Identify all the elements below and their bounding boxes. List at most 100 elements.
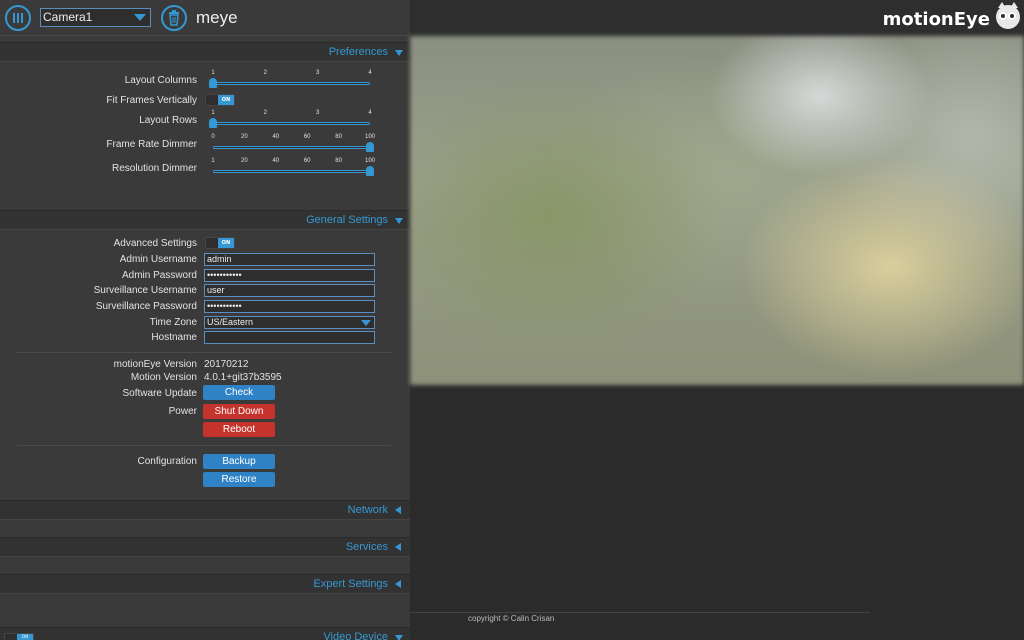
copyright-text: copyright © Calin Crisan [468,614,555,623]
camera-select[interactable]: Camera1 [40,8,151,27]
motion-version-value: 4.0.1+git37b3595 [204,372,282,383]
section-title: Services [345,541,388,553]
admin-username-input[interactable]: admin [204,253,375,266]
slider-tick-label: 1 [211,70,215,76]
footer-divider [410,612,870,613]
slider-handle[interactable] [366,166,374,176]
slider-track[interactable] [213,82,370,85]
motion-version-label: Motion Version [130,372,197,383]
frame-rate-dimmer-slider[interactable]: 0 20 40 60 80 100 [211,134,375,152]
slider-tick-label: 0 [211,134,215,140]
backup-button[interactable]: Backup [203,454,275,469]
time-zone-select[interactable]: US/Eastern [204,316,375,329]
slider-track[interactable] [213,122,370,125]
slider-tick-label: 60 [303,158,311,164]
slider-tick-label: 1 [211,158,215,164]
resolution-dimmer-label: Resolution Dimmer [111,163,197,174]
video-device-toggle[interactable]: ON [4,633,34,640]
settings-menu-button[interactable] [5,5,31,31]
layout-rows-label: Layout Rows [139,115,197,126]
brand-name: motionEye [882,9,990,30]
slider-handle[interactable] [209,78,217,88]
section-video-device-header[interactable]: Video Device [0,627,410,640]
time-zone-value: US/Eastern [207,317,254,327]
chevron-left-icon [395,506,401,514]
slider-tick-label: 80 [335,134,342,140]
remove-camera-button[interactable] [161,5,187,31]
chevron-down-icon [134,14,146,21]
surveillance-password-input[interactable]: ••••••••••• [204,300,375,313]
top-bar: Camera1 meye motionEye [0,0,1024,36]
slider-tick-label: 20 [241,134,248,140]
advanced-settings-toggle[interactable]: ON [205,237,235,249]
section-preferences-header[interactable]: Preferences [0,42,410,62]
slider-tick-label: 60 [303,134,311,140]
slider-tick-label: 4 [368,70,372,76]
section-general-settings-header[interactable]: General Settings [0,210,410,230]
check-update-button[interactable]: Check [203,385,275,400]
slider-tick-label: 4 [368,110,372,116]
app-title: meye [196,8,238,27]
settings-top-bar: Camera1 meye [0,0,410,36]
power-label: Power [168,406,197,417]
hostname-input[interactable] [204,331,375,344]
restore-button[interactable]: Restore [203,472,275,487]
slider-tick-label: 20 [241,158,248,164]
admin-password-label: Admin Password [121,270,197,281]
time-zone-label: Time Zone [149,317,197,328]
chevron-left-icon [395,580,401,588]
slider-track[interactable] [213,170,370,173]
advanced-settings-label: Advanced Settings [113,238,197,249]
surveillance-username-input[interactable]: user [204,284,375,297]
frame-rate-dimmer-label: Frame Rate Dimmer [106,139,197,150]
reboot-button[interactable]: Reboot [203,422,275,437]
section-services-header[interactable]: Services [0,537,410,557]
configuration-label: Configuration [137,456,197,467]
slider-tick-label: 3 [315,110,320,116]
slider-tick-label: 80 [335,158,342,164]
fit-frames-label: Fit Frames Vertically [106,95,197,106]
slider-tick-label: 100 [364,158,376,164]
slider-handle[interactable] [209,118,217,128]
slider-ticks: 1 2 3 4 [211,70,372,78]
divider [17,445,391,446]
settings-panel: Preferences Layout Columns 1 2 3 4 Fit Fram… [0,36,410,640]
slider-handle[interactable] [366,142,374,152]
section-title: Network [347,504,388,516]
slider-track[interactable] [213,146,370,149]
resolution-dimmer-slider[interactable]: 1 20 40 60 80 100 [211,158,375,176]
shutdown-button[interactable]: Shut Down [203,404,275,419]
hostname-label: Hostname [151,332,197,343]
chevron-down-icon [395,50,403,56]
slider-tick-label: 3 [315,70,320,76]
software-update-label: Software Update [122,388,198,399]
section-title: General Settings [306,214,388,226]
surveillance-username-label: Surveillance Username [93,285,197,296]
section-title: Video Device [323,631,388,640]
section-title: Preferences [328,46,388,58]
chevron-down-icon [395,218,403,224]
divider [17,352,391,353]
chevron-down-icon [361,320,371,326]
fit-frames-toggle[interactable]: ON [205,94,235,106]
surveillance-password-label: Surveillance Password [95,301,197,312]
camera-frame-image[interactable] [410,36,1024,385]
owl-logo-icon [996,2,1020,29]
slider-tick-label: 100 [364,134,376,140]
toggle-on-label: ON [218,95,234,105]
section-title: Expert Settings [313,578,388,590]
admin-password-input[interactable]: ••••••••••• [204,269,375,282]
section-expert-settings-header[interactable]: Expert Settings [0,574,410,594]
section-network-header[interactable]: Network [0,500,410,520]
layout-columns-label: Layout Columns [124,75,197,86]
slider-ticks: 0 20 40 60 80 100 [211,134,375,142]
trash-icon [169,10,179,26]
slider-tick-label: 2 [263,70,267,76]
chevron-left-icon [395,543,401,551]
chevron-down-icon [395,635,403,640]
layout-columns-slider[interactable]: 1 2 3 4 [209,70,372,88]
motioneye-version-label: motionEye Version [113,359,197,370]
toggle-on-label: ON [218,238,234,248]
motioneye-version-value: 20170212 [204,359,249,370]
layout-rows-slider[interactable]: 1 2 3 4 [209,110,372,128]
